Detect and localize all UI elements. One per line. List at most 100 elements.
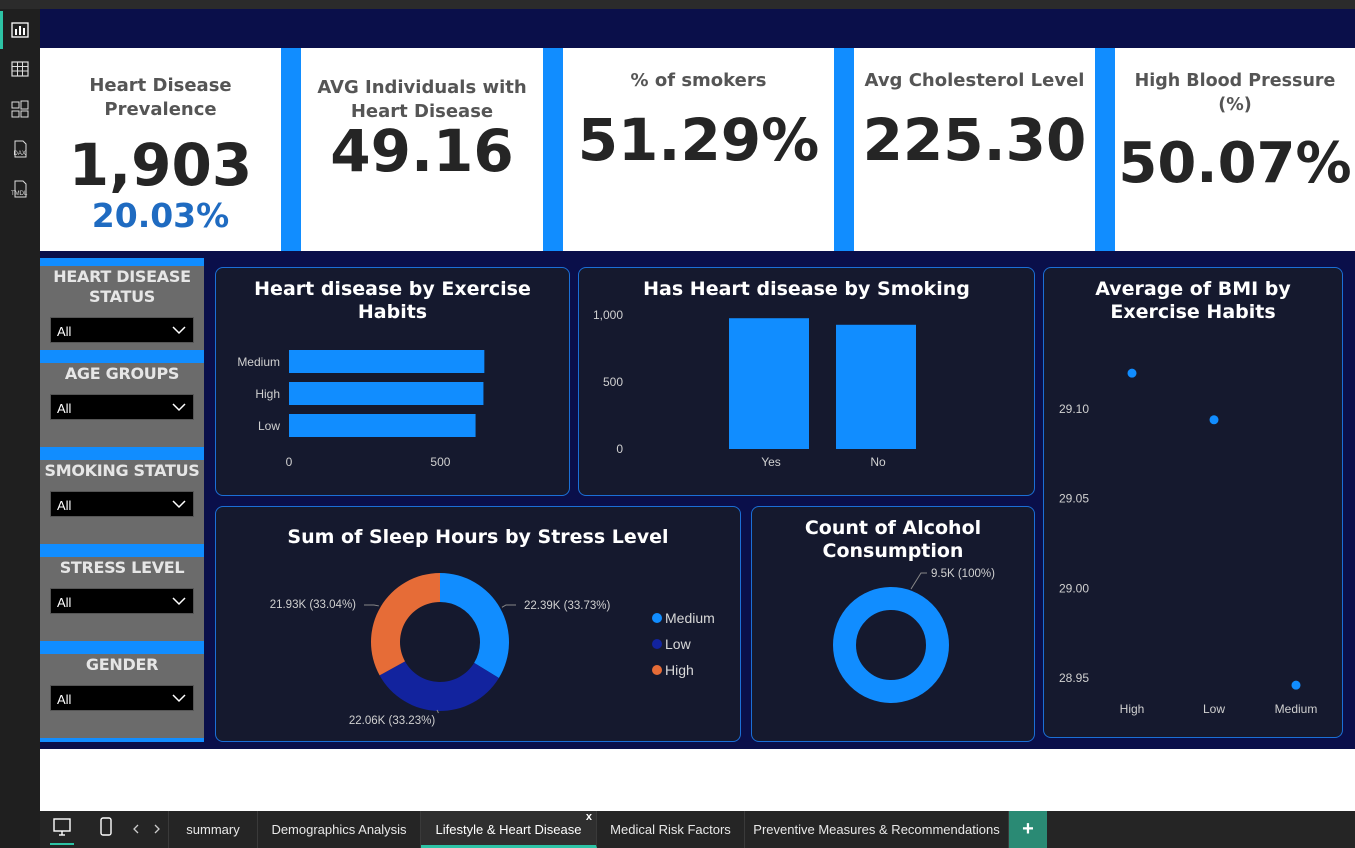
category-label: Medium	[1275, 702, 1318, 716]
legend-marker	[652, 639, 662, 649]
model-view-icon[interactable]	[8, 98, 32, 120]
close-tab-icon[interactable]: x	[586, 799, 592, 836]
svg-text:TMDL: TMDL	[11, 191, 28, 197]
kpi-card-smokers: % of smokers 51.29%	[563, 48, 834, 251]
tmdl-view-icon[interactable]: TMDL	[8, 178, 32, 200]
category-label: High	[1120, 702, 1145, 716]
data-point	[1291, 680, 1301, 690]
bar	[289, 382, 484, 405]
kpi-title: % of smokers	[630, 70, 767, 91]
slicer-title-line2: STATUS	[89, 287, 155, 306]
dax-query-view-icon[interactable]: DAX	[8, 138, 32, 160]
bar	[836, 324, 916, 449]
legend-label: High	[665, 662, 694, 678]
mobile-layout-icon[interactable]	[96, 815, 116, 839]
leader-line	[910, 572, 927, 590]
tab-medical-risk-factors[interactable]: Medical Risk Factors	[597, 811, 745, 848]
donut-chart-plot: 9.5K (100%)	[833, 568, 995, 703]
slicer-heart-disease-status: HEART DISEASE STATUS All	[40, 266, 204, 350]
data-label: 22.06K (33.23%)	[349, 715, 435, 727]
data-point	[1127, 368, 1137, 378]
y-tick-label: 29.10	[1059, 402, 1089, 416]
left-view-rail: DAX TMDL	[0, 9, 40, 848]
kpi-card-avg-individuals: AVG Individuals with Heart Disease 49.16	[301, 48, 543, 251]
alcohol-donut-chart[interactable]: Count of Alcohol Consumption 9.5K (100%)	[751, 506, 1035, 742]
slicer-dropdown[interactable]: All	[50, 588, 194, 614]
slicer-age-groups: AGE GROUPS All	[40, 363, 204, 447]
kpi-separator	[281, 48, 301, 251]
top-menu-strip	[0, 0, 1355, 9]
slicer-dropdown[interactable]: All	[50, 685, 194, 711]
slicer-dropdown[interactable]: All	[50, 491, 194, 517]
kpi-title: Heart Disease Prevalence	[89, 75, 232, 120]
bmi-scatter-chart[interactable]: Average of BMI by Exercise Habits 28.95 2…	[1043, 267, 1343, 738]
leader-line	[501, 604, 516, 608]
tab-summary[interactable]: summary	[168, 811, 258, 848]
bar-chart-plot: Medium High Low 0 500	[237, 350, 485, 469]
donut-slice	[440, 573, 509, 678]
slicer-value: All	[57, 498, 72, 513]
kpi-title: Avg Cholesterol Level	[864, 70, 1085, 91]
report-view-icon[interactable]	[8, 19, 32, 41]
y-tick-label: 500	[603, 375, 623, 389]
category-label: Medium	[237, 355, 280, 369]
sleep-hours-donut-chart[interactable]: Sum of Sleep Hours by Stress Level 22.39…	[215, 506, 741, 742]
slicer-dropdown[interactable]: All	[50, 394, 194, 420]
data-label: 22.39K (33.73%)	[524, 600, 610, 612]
kpi-title-line1: AVG Individuals with	[317, 77, 527, 98]
smoking-column-chart[interactable]: Has Heart disease by Smoking 0 500 1,000 Ye…	[578, 267, 1035, 496]
y-tick-label: 1,000	[593, 308, 623, 322]
legend-label: Low	[665, 636, 692, 652]
kpi-value: 51.29%	[577, 106, 820, 174]
table-view-icon[interactable]	[8, 58, 32, 80]
data-label: 9.5K (100%)	[931, 568, 995, 580]
scroll-left-icon[interactable]	[130, 822, 142, 836]
category-label: Low	[1203, 702, 1225, 716]
donut-slice	[379, 661, 499, 711]
chevron-down-icon	[172, 597, 186, 606]
svg-text:DAX: DAX	[14, 151, 26, 157]
kpi-separator	[834, 48, 854, 251]
tab-preventive-measures[interactable]: Preventive Measures & Recommendations	[745, 811, 1009, 848]
kpi-value: 1,903	[68, 131, 253, 199]
slicer-value: All	[57, 401, 72, 416]
legend-label: Medium	[665, 610, 715, 626]
leader-line	[364, 604, 379, 607]
desktop-layout-icon[interactable]	[50, 815, 74, 845]
tab-label: Lifestyle & Heart Disease	[435, 822, 582, 837]
scroll-right-icon[interactable]	[151, 822, 163, 836]
exercise-habits-bar-chart[interactable]: Heart disease by Exercise Habits Medium H…	[215, 267, 570, 496]
kpi-separator	[1095, 48, 1115, 251]
data-point	[1209, 415, 1219, 425]
y-tick-label: 0	[616, 442, 623, 456]
y-tick-label: 29.00	[1059, 581, 1089, 595]
add-page-button[interactable]: +	[1009, 811, 1047, 848]
category-label: Yes	[761, 455, 781, 469]
bar	[729, 318, 809, 449]
chevron-down-icon	[172, 500, 186, 509]
chevron-down-icon	[172, 694, 186, 703]
slicer-title: GENDER	[85, 655, 159, 674]
kpi-card-cholesterol: Avg Cholesterol Level 225.30	[854, 48, 1095, 251]
kpi-value: 225.30	[862, 106, 1087, 174]
tab-lifestyle-heart-disease[interactable]: Lifestyle & Heart Disease x	[421, 811, 597, 848]
bar	[289, 350, 485, 373]
slicer-stress-level: STRESS LEVEL All	[40, 557, 204, 641]
slicer-gender: GENDER All	[40, 654, 204, 738]
active-view-indicator	[0, 11, 3, 49]
kpi-title: High Blood Pressure (%)	[1134, 71, 1336, 115]
tab-demographics-analysis[interactable]: Demographics Analysis	[258, 811, 421, 848]
x-tick-label: 0	[286, 455, 293, 469]
category-label: Low	[258, 419, 280, 433]
scatter-chart-plot: 28.95 29.00 29.05 29.10 High Low Medium	[1059, 368, 1318, 716]
slicer-value: All	[57, 324, 72, 339]
kpi-card-blood-pressure: High Blood Pressure (%) 50.07%	[1115, 48, 1355, 251]
slicer-value: All	[57, 595, 72, 610]
bar	[289, 414, 476, 437]
kpi-value: 49.16	[330, 117, 514, 185]
bottom-left-corner	[0, 811, 40, 848]
data-label: 21.93K (33.04%)	[270, 599, 356, 611]
chevron-down-icon	[172, 403, 186, 412]
donut-slice	[371, 573, 440, 676]
slicer-dropdown[interactable]: All	[50, 317, 194, 343]
